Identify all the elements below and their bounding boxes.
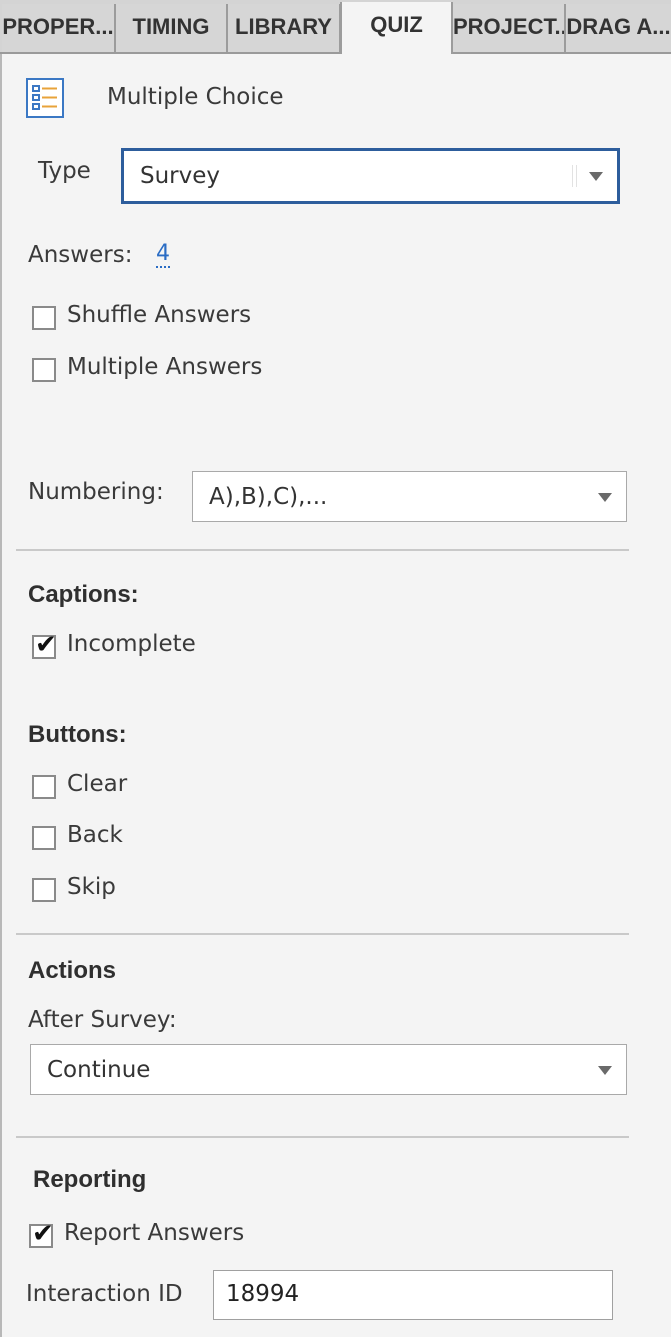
type-select-value: Survey bbox=[140, 163, 221, 189]
numbering-label: Numbering: bbox=[28, 479, 164, 505]
chevron-down-icon bbox=[598, 1065, 612, 1075]
report-answers-label: Report Answers bbox=[64, 1220, 245, 1246]
answers-label: Answers: bbox=[28, 242, 133, 268]
section-divider bbox=[16, 549, 629, 551]
select-grip bbox=[572, 165, 577, 187]
skip-checkbox[interactable] bbox=[32, 878, 56, 902]
panel-left-border bbox=[0, 54, 2, 1337]
after-survey-select[interactable]: Continue bbox=[30, 1044, 627, 1095]
clear-checkbox[interactable] bbox=[32, 775, 56, 799]
back-checkbox[interactable] bbox=[32, 826, 56, 850]
numbering-select-value: A),B),C),... bbox=[209, 483, 328, 510]
checkmark-icon: ✔ bbox=[32, 1219, 54, 1249]
section-divider bbox=[16, 1136, 629, 1138]
clear-label: Clear bbox=[67, 771, 128, 797]
after-survey-value: Continue bbox=[47, 1056, 151, 1083]
tab-timing[interactable]: TIMING bbox=[116, 4, 228, 52]
actions-heading: Actions bbox=[28, 957, 117, 984]
answers-count[interactable]: 4 bbox=[156, 242, 170, 268]
after-survey-label: After Survey: bbox=[28, 1007, 177, 1033]
buttons-heading: Buttons: bbox=[28, 721, 127, 748]
captions-heading: Captions: bbox=[28, 581, 139, 608]
type-label: Type bbox=[38, 158, 91, 184]
tab-properties[interactable]: PROPER... bbox=[2, 4, 116, 52]
shuffle-answers-label: Shuffle Answers bbox=[67, 302, 252, 328]
tab-drag-and-drop[interactable]: DRAG A... bbox=[566, 4, 671, 52]
interaction-id-label: Interaction ID bbox=[26, 1281, 183, 1307]
incomplete-checkbox[interactable]: ✔ bbox=[32, 630, 57, 660]
tab-project[interactable]: PROJECT... bbox=[453, 4, 566, 52]
incomplete-label: Incomplete bbox=[67, 631, 196, 657]
section-divider bbox=[16, 933, 629, 935]
chevron-down-icon bbox=[598, 492, 612, 502]
report-answers-checkbox[interactable]: ✔ bbox=[29, 1219, 54, 1249]
skip-label: Skip bbox=[67, 874, 116, 900]
multiple-choice-icon bbox=[26, 78, 64, 118]
back-label: Back bbox=[67, 822, 123, 848]
type-select[interactable]: Survey bbox=[121, 148, 620, 204]
reporting-heading: Reporting bbox=[33, 1166, 147, 1193]
tab-bar: PROPER... TIMING LIBRARY QUIZ PROJECT...… bbox=[0, 0, 671, 54]
tab-quiz[interactable]: QUIZ bbox=[340, 2, 453, 54]
interaction-id-input[interactable]: 18994 bbox=[213, 1270, 613, 1320]
chevron-down-icon bbox=[589, 172, 603, 181]
checkmark-icon: ✔ bbox=[35, 630, 57, 660]
numbering-select[interactable]: A),B),C),... bbox=[192, 471, 627, 522]
tab-library[interactable]: LIBRARY bbox=[228, 4, 341, 52]
question-type-title: Multiple Choice bbox=[107, 84, 284, 110]
shuffle-answers-checkbox[interactable] bbox=[32, 306, 56, 330]
multiple-answers-label: Multiple Answers bbox=[67, 354, 263, 380]
multiple-answers-checkbox[interactable] bbox=[32, 358, 56, 382]
